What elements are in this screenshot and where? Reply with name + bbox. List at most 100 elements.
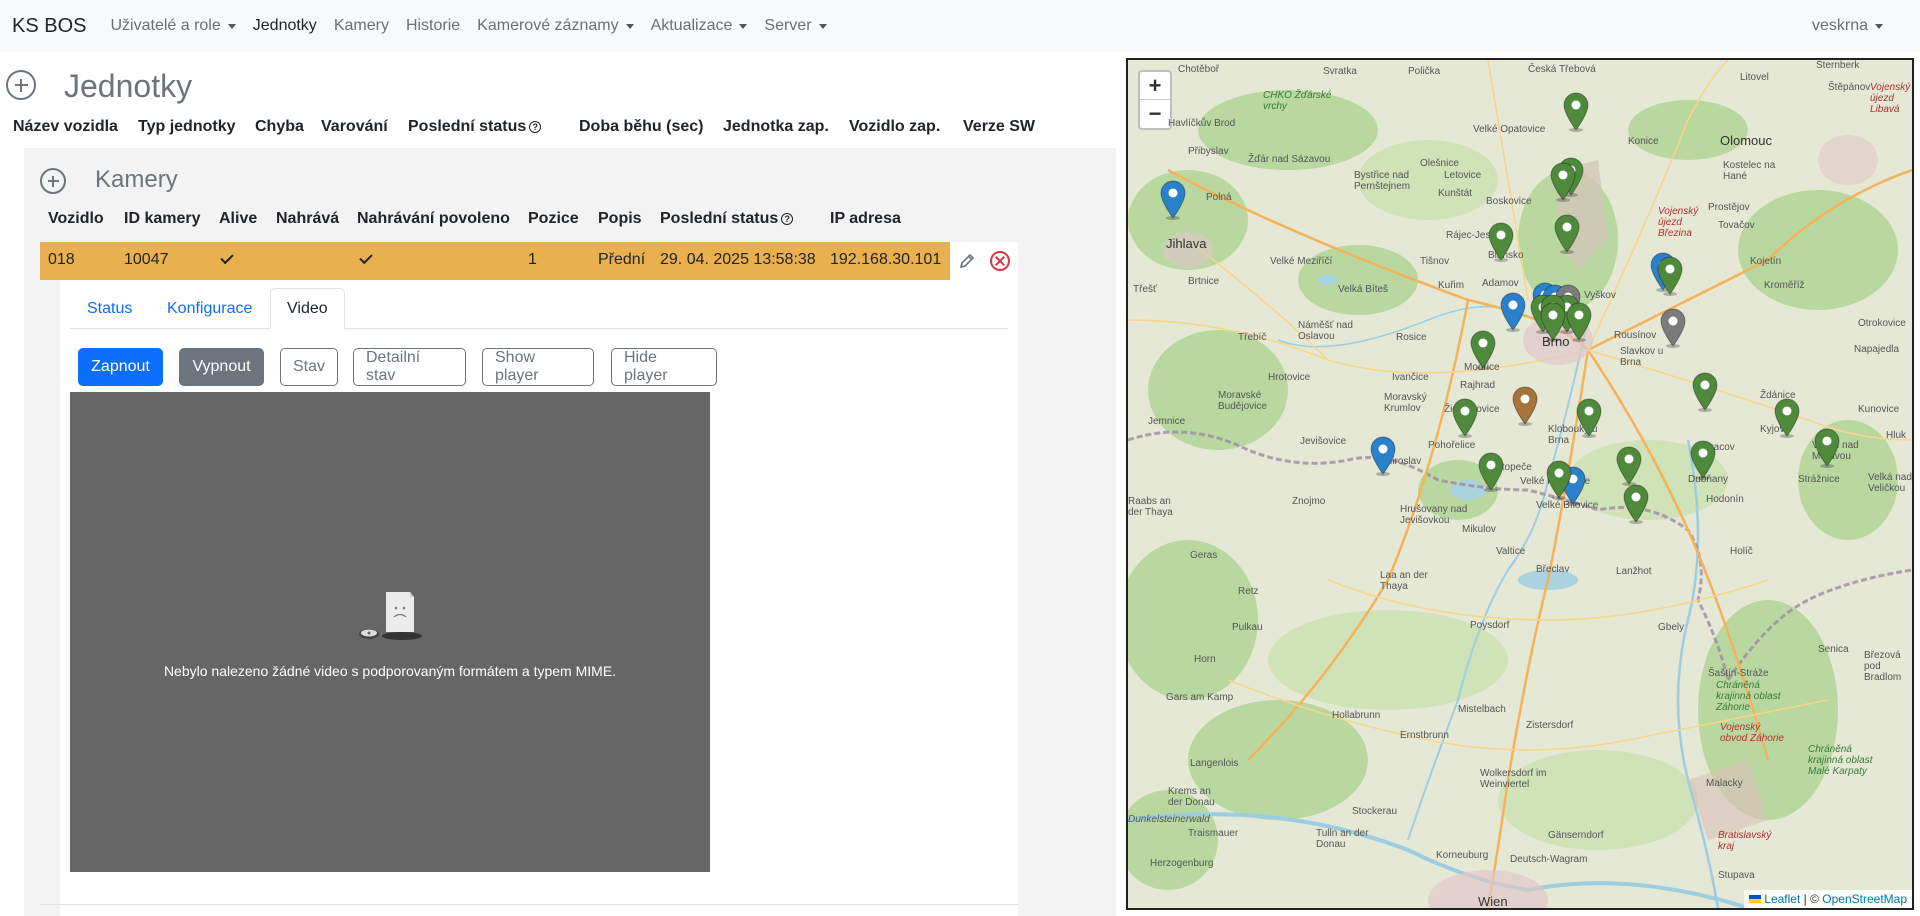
- map-marker-green[interactable]: [1561, 90, 1591, 132]
- nav-cameras[interactable]: Kamery: [334, 17, 389, 35]
- map-label: Geras: [1190, 550, 1218, 561]
- hide-player-button[interactable]: Hide player: [611, 348, 717, 386]
- col-recording-allowed[interactable]: Nahrávání povoleno: [357, 210, 510, 228]
- map-marker-green[interactable]: [1564, 300, 1594, 342]
- map-label: Strážnice: [1798, 474, 1840, 485]
- map-label: Hluk: [1886, 430, 1907, 441]
- map-marker-blue[interactable]: [1158, 178, 1188, 220]
- col-cam-last-status[interactable]: Poslední status?: [660, 210, 794, 228]
- col-camera-id[interactable]: ID kamery: [124, 210, 201, 228]
- help-icon[interactable]: ?: [781, 213, 794, 225]
- col-recording[interactable]: Nahrává: [276, 210, 339, 228]
- nav-label: Kamerové záznamy: [477, 17, 619, 34]
- map-marker-green[interactable]: [1690, 370, 1720, 412]
- map-view[interactable]: + − Chotěboř Svratka Polička Česká Třebo…: [1126, 58, 1914, 910]
- col-warning[interactable]: Varování: [321, 118, 388, 136]
- map-marker-grey[interactable]: [1658, 306, 1688, 348]
- map-marker-green[interactable]: [1772, 396, 1802, 438]
- chevron-down-icon: [739, 23, 748, 29]
- add-camera-icon[interactable]: [40, 168, 66, 194]
- tab-config[interactable]: Konfigurace: [151, 288, 268, 329]
- tab-video[interactable]: Video: [270, 288, 345, 329]
- nav-server[interactable]: Server: [764, 17, 827, 35]
- map-label: Korneuburg: [1436, 850, 1489, 861]
- col-unit-on[interactable]: Jednotka zap.: [723, 118, 829, 136]
- map-marker-green[interactable]: [1548, 160, 1578, 202]
- nav-units[interactable]: Jednotky: [253, 17, 317, 35]
- leaflet-link[interactable]: Leaflet: [1764, 892, 1800, 906]
- map-label: Brtnice: [1188, 276, 1220, 287]
- map-label: Březová pod Bradlom: [1864, 650, 1902, 683]
- map-marker-green[interactable]: [1574, 396, 1604, 438]
- map-marker-brown[interactable]: [1510, 384, 1540, 426]
- col-last-status[interactable]: Poslední status?: [408, 118, 542, 136]
- col-vehicle-on[interactable]: Vozidlo zap.: [849, 118, 940, 136]
- map-marker-green[interactable]: [1621, 482, 1651, 524]
- col-description[interactable]: Popis: [598, 210, 642, 228]
- map-label: Rajhrad: [1460, 380, 1496, 391]
- map-label: Laa an der Thaya: [1380, 570, 1428, 592]
- map-label: Bratislavský kraj: [1718, 830, 1772, 852]
- map-marker-green[interactable]: [1544, 458, 1574, 500]
- app-brand[interactable]: KS BOS: [12, 15, 86, 38]
- zoom-out-button[interactable]: −: [1140, 100, 1170, 128]
- col-unit-type[interactable]: Typ jednotky: [138, 118, 236, 136]
- turn-on-button[interactable]: Zapnout: [78, 348, 163, 386]
- map-marker-blue[interactable]: [1368, 434, 1398, 476]
- map-label: Tišnov: [1420, 256, 1450, 267]
- zoom-in-button[interactable]: +: [1140, 72, 1170, 100]
- col-ip-address[interactable]: IP adresa: [830, 210, 901, 228]
- map-label: Napajedla: [1854, 344, 1900, 355]
- map-marker-green[interactable]: [1476, 450, 1506, 492]
- row-actions: [950, 242, 1018, 280]
- col-error[interactable]: Chyba: [255, 118, 304, 136]
- help-icon[interactable]: ?: [529, 121, 542, 133]
- map-marker-green[interactable]: [1688, 438, 1718, 480]
- col-vehicle-name[interactable]: Název vozidla: [13, 118, 118, 136]
- col-sw-version[interactable]: Verze SW: [963, 118, 1035, 136]
- video-player[interactable]: Nebylo nalezeno žádné video s podporovan…: [70, 392, 710, 872]
- col-position[interactable]: Pozice: [528, 210, 579, 228]
- chevron-down-icon: [818, 23, 827, 29]
- detail-state-button[interactable]: Detailní stav: [353, 348, 466, 386]
- map-marker-green[interactable]: [1614, 444, 1644, 486]
- edit-pencil-icon[interactable]: [958, 252, 976, 270]
- map-marker-blue[interactable]: [1498, 290, 1528, 332]
- show-player-button[interactable]: Show player: [482, 348, 594, 386]
- map-label: Zistersdorf: [1526, 720, 1574, 731]
- map-marker-green[interactable]: [1552, 212, 1582, 254]
- map-label: Olešnice: [1420, 158, 1459, 169]
- map-marker-green[interactable]: [1812, 426, 1842, 468]
- map-label: Malacky: [1706, 778, 1743, 789]
- chevron-down-icon: [625, 23, 634, 29]
- nav-camera-records[interactable]: Kamerové záznamy: [477, 17, 634, 35]
- delete-icon[interactable]: [990, 251, 1010, 271]
- user-menu[interactable]: veskrna: [1812, 0, 1883, 52]
- cell-vehicle: 018: [48, 251, 75, 268]
- nav-history[interactable]: Historie: [406, 17, 460, 35]
- state-button[interactable]: Stav: [280, 348, 338, 386]
- osm-link[interactable]: OpenStreetMap: [1822, 892, 1907, 906]
- map-label: Svratka: [1323, 66, 1357, 77]
- map-label: Senica: [1818, 644, 1849, 655]
- map-label: Poysdorf: [1470, 620, 1510, 631]
- add-unit-icon[interactable]: [6, 70, 36, 100]
- map-marker-green[interactable]: [1655, 254, 1685, 296]
- map-attribution: Leaflet | © OpenStreetMap: [1743, 890, 1912, 908]
- map-label: Jevišovice: [1300, 436, 1347, 447]
- nav-users-roles[interactable]: Uživatelé a role: [110, 17, 236, 35]
- turn-off-button[interactable]: Vypnout: [179, 348, 264, 386]
- map-label: Šaštín-Stráže: [1708, 668, 1769, 679]
- map-marker-green[interactable]: [1486, 220, 1516, 262]
- nav-updates[interactable]: Aktualizace: [651, 17, 748, 35]
- leaflet-flag-icon: [1748, 895, 1761, 903]
- map-label: Kroměříž: [1764, 280, 1805, 291]
- map-label: Třešť: [1133, 284, 1157, 295]
- col-runtime[interactable]: Doba běhu (sec): [579, 118, 703, 136]
- map-marker-green[interactable]: [1468, 328, 1498, 370]
- col-vehicle[interactable]: Vozidlo: [48, 210, 104, 228]
- tab-status[interactable]: Status: [71, 288, 148, 329]
- nav-label: Historie: [405, 17, 461, 34]
- col-alive[interactable]: Alive: [219, 210, 257, 228]
- map-marker-green[interactable]: [1450, 396, 1480, 438]
